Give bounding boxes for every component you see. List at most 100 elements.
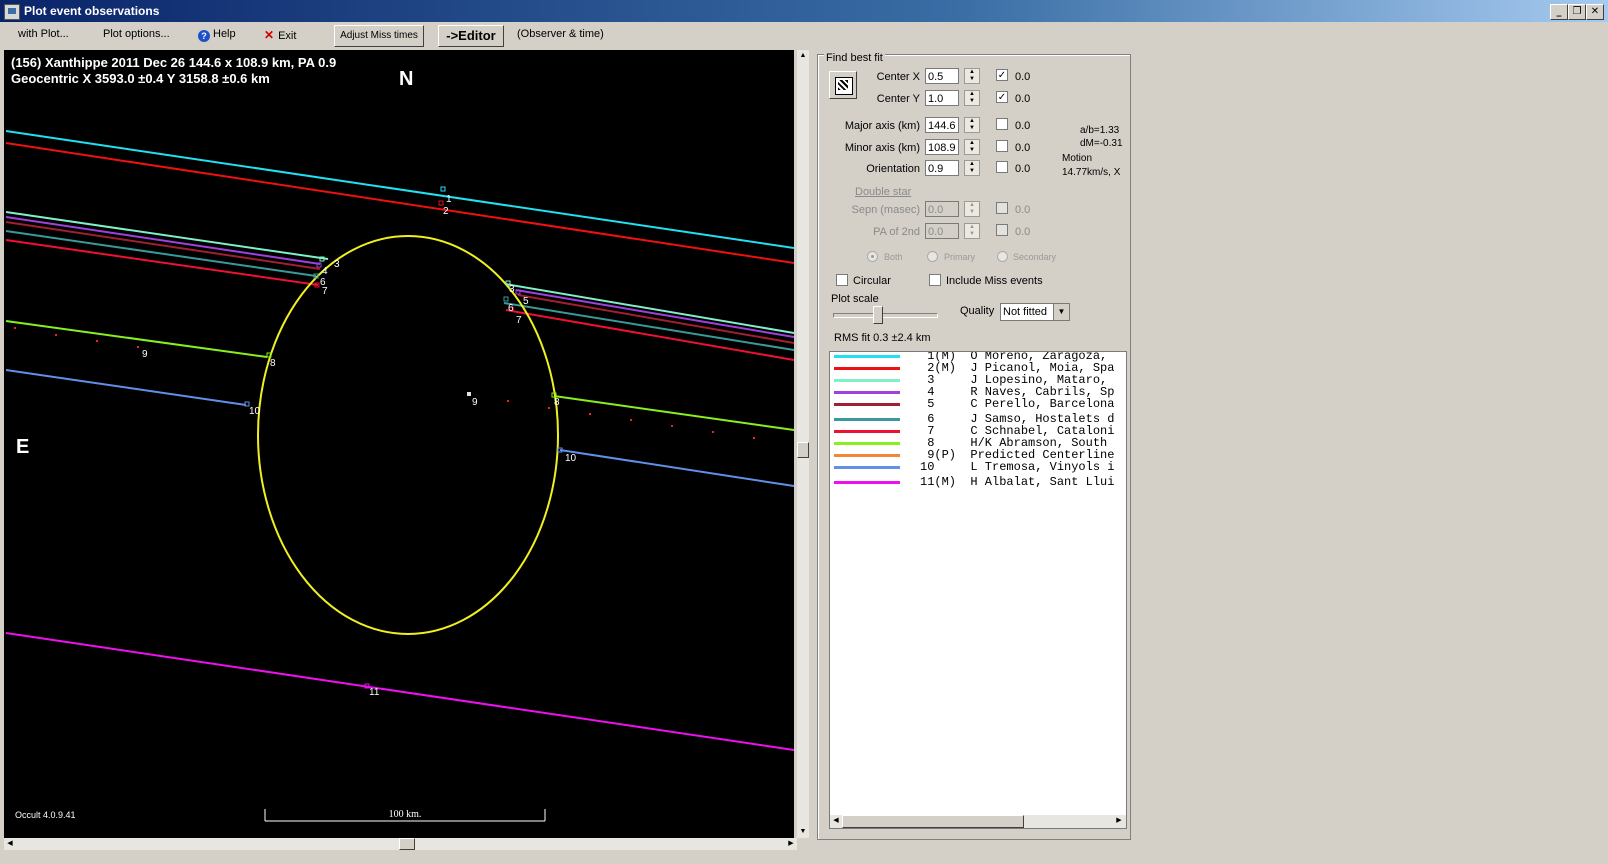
chord-label-10-right: 10: [565, 453, 577, 464]
version-label: Occult 4.0.9.41: [15, 810, 76, 820]
plot-scale-track: [833, 313, 938, 318]
pa-second-input[interactable]: 0.0: [925, 223, 959, 239]
app-icon: [4, 4, 20, 20]
scroll-right-icon[interactable]: ▶: [785, 838, 797, 850]
line-swatch: [834, 466, 900, 469]
radio-secondary[interactable]: [997, 251, 1008, 262]
radio-primary[interactable]: [927, 251, 938, 262]
chevron-down-icon[interactable]: ▼: [1053, 304, 1069, 320]
separation-spinner[interactable]: ▲ ▼: [964, 201, 980, 217]
center-x-value: 0.0: [1015, 71, 1031, 83]
title-bar: Plot event observations _ ❐ ✕: [0, 0, 1608, 22]
chord-label-7: 7: [322, 286, 328, 297]
minimize-button[interactable]: _: [1550, 4, 1568, 20]
radio-secondary-label: Secondary: [1013, 252, 1057, 262]
center-y-value: 0.0: [1015, 93, 1031, 105]
scroll-right-icon[interactable]: ▶: [1113, 815, 1125, 827]
plot-vertical-scrollbar[interactable]: ▲ ▼: [797, 50, 809, 838]
chord-label-2: 2: [443, 206, 449, 217]
orientation-checkbox[interactable]: [996, 161, 1008, 173]
double-star-link[interactable]: Double star: [855, 186, 911, 198]
quality-select[interactable]: Not fitted ▼: [1000, 303, 1070, 321]
minor-axis-spinner[interactable]: ▲ ▼: [964, 139, 980, 155]
chord-label-9: 9: [142, 349, 148, 360]
chord-label-3: 3: [334, 259, 340, 270]
line-swatch: [834, 355, 900, 358]
menu-help[interactable]: ? Help: [198, 28, 236, 42]
restore-button[interactable]: ❐: [1568, 4, 1586, 20]
separation-value: 0.0: [1015, 204, 1031, 216]
menu-help-label: Help: [213, 28, 236, 40]
center-y-spinner[interactable]: ▲ ▼: [964, 90, 980, 106]
menu-bar: with Plot... Plot options... ? Help ✕ Exit…: [0, 22, 1608, 48]
observer-list-scrollbar[interactable]: ◀ ▶: [830, 815, 1126, 828]
separation-input[interactable]: 0.0: [925, 201, 959, 217]
pa-second-spinner[interactable]: ▲ ▼: [964, 223, 980, 239]
orientation-input[interactable]: 0.9: [925, 160, 959, 176]
line-swatch: [834, 442, 900, 445]
major-axis-checkbox[interactable]: [996, 118, 1008, 130]
radio-primary-label: Primary: [944, 252, 975, 262]
include-miss-label: Include Miss events: [946, 275, 1043, 287]
radio-both[interactable]: [867, 251, 878, 262]
list-scroll-thumb[interactable]: [842, 815, 1024, 828]
observer-time-menu[interactable]: (Observer & time): [517, 28, 604, 40]
chord-label-10: 10: [249, 406, 261, 417]
chord-label-4: 4: [322, 266, 328, 277]
plot-area[interactable]: 1 2 3 4 6 7 3 5 6 7 9 8 8 9 10 10 11 (15…: [4, 50, 794, 838]
observer-text: 10 L Tremosa, Vinyols i: [920, 460, 1115, 474]
quality-value: Not fitted: [1003, 306, 1048, 318]
list-item[interactable]: 11(M) H Albalat, Sant Llui: [834, 476, 1126, 488]
line-swatch: [834, 454, 900, 457]
pa-second-checkbox[interactable]: [996, 224, 1008, 236]
help-icon: ?: [198, 30, 210, 42]
minor-axis-input[interactable]: 108.9: [925, 139, 959, 155]
menu-exit-label: Exit: [278, 30, 297, 42]
menu-plot-options[interactable]: Plot options...: [103, 28, 170, 40]
observer-text: 5 C Perello, Barcelona: [920, 397, 1115, 411]
center-x-spinner[interactable]: ▲ ▼: [964, 68, 980, 84]
scale-label: 100 km.: [389, 809, 422, 820]
scroll-up-icon[interactable]: ▲: [797, 50, 809, 62]
chord-label-8: 8: [270, 358, 276, 369]
separation-checkbox[interactable]: [996, 202, 1008, 214]
plot-header-line-2: Geocentric X 3593.0 ±0.4 Y 3158.8 ±0.6 k…: [11, 71, 270, 86]
line-swatch: [834, 391, 900, 394]
major-axis-spinner[interactable]: ▲ ▼: [964, 117, 980, 133]
menu-with-plot[interactable]: with Plot...: [18, 28, 69, 40]
observer-list[interactable]: 1(M) O Moreno, Zaragoza, 2(M) J Picanol,…: [829, 351, 1127, 829]
plot-scale-label: Plot scale: [831, 293, 879, 305]
north-label: N: [399, 68, 413, 90]
orientation-spinner[interactable]: ▲ ▼: [964, 160, 980, 176]
chord-label-1: 1: [446, 194, 452, 205]
list-item[interactable]: 5 C Perello, Barcelona: [834, 397, 1126, 411]
list-item[interactable]: 10 L Tremosa, Vinyols i: [834, 460, 1126, 474]
chord-label-8-right: 8: [554, 397, 560, 408]
scroll-left-icon[interactable]: ◀: [4, 838, 16, 850]
plot-horizontal-scrollbar[interactable]: ◀ ▶: [4, 838, 797, 850]
close-button[interactable]: ✕: [1586, 4, 1604, 20]
east-label: E: [16, 436, 29, 458]
grid-icon: [835, 77, 853, 95]
center-x-checkbox[interactable]: ✓: [996, 69, 1008, 81]
editor-button[interactable]: ->Editor: [438, 25, 504, 47]
minor-axis-checkbox[interactable]: [996, 140, 1008, 152]
scroll-down-icon[interactable]: ▼: [797, 826, 809, 838]
scroll-left-icon[interactable]: ◀: [830, 815, 842, 827]
horizontal-scroll-thumb[interactable]: [399, 838, 415, 850]
include-miss-checkbox[interactable]: [929, 274, 941, 286]
menu-exit[interactable]: ✕ Exit: [264, 28, 296, 42]
line-swatch: [834, 379, 900, 382]
adjust-miss-times-button[interactable]: Adjust Miss times: [334, 25, 424, 47]
center-y-input[interactable]: 1.0: [925, 90, 959, 106]
minor-axis-label: Minor axis (km): [844, 142, 920, 154]
major-axis-value: 0.0: [1015, 120, 1031, 132]
find-best-fit-button[interactable]: [829, 71, 857, 99]
major-axis-input[interactable]: 144.6: [925, 117, 959, 133]
center-y-checkbox[interactable]: ✓: [996, 91, 1008, 103]
center-x-input[interactable]: 0.5: [925, 68, 959, 84]
occultation-plot: 1 2 3 4 6 7 3 5 6 7 9 8 8 9 10 10 11 (15…: [4, 50, 794, 838]
vertical-scroll-thumb[interactable]: [797, 442, 809, 458]
circular-checkbox[interactable]: [836, 274, 848, 286]
plot-scale-slider[interactable]: [873, 306, 883, 324]
